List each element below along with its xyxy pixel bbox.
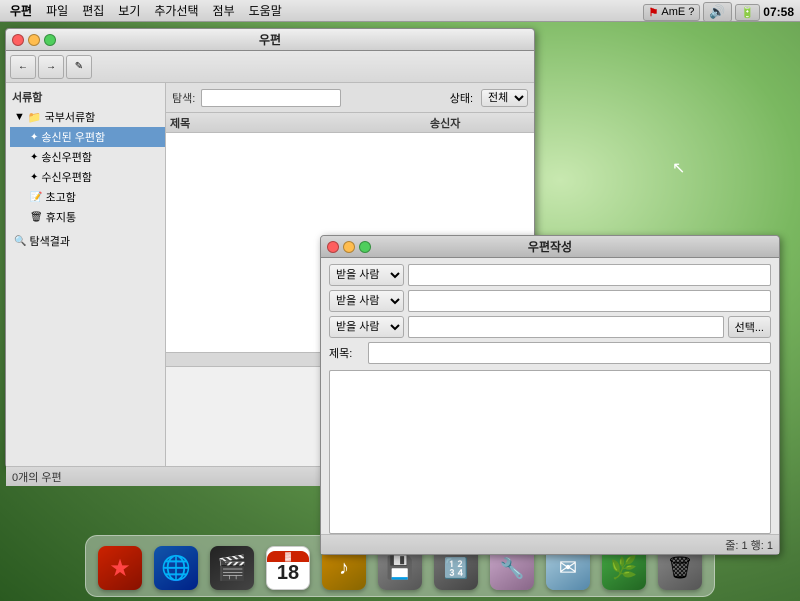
compose-controls: [327, 241, 371, 253]
volume-icon[interactable]: 🔊: [709, 4, 725, 20]
sidebar-item-root[interactable]: ▼ 📁 국부서류함: [10, 107, 165, 127]
sidebar-item-trash[interactable]: 🗑 휴지통: [10, 207, 165, 227]
compose-window: 우편작성 받을 사람 받을 사람 받을 사람 선택... 제목:: [320, 235, 780, 555]
sidebar-item-outbox[interactable]: ✦ 송신우편함: [10, 147, 165, 167]
search-icon-sm: 🔍: [14, 236, 26, 247]
sidebar-item-sent[interactable]: ✦ 송신된 우편함: [10, 127, 165, 147]
compose-close-button[interactable]: [327, 241, 339, 253]
calendar-app-icon: ▓ 18: [266, 546, 310, 590]
mail-sidebar: 서류함 ▼ 📁 국부서류함 ✦ 송신된 우편함 ✦ 송신우편함 ✦ 수신우편함: [6, 83, 166, 466]
menubar: 우편 파일 편집 보기 추가선택 점부 도움말 ⚑ AmE ? 🔊 🔋 07:5…: [0, 0, 800, 22]
search-label: 탐색:: [172, 90, 195, 106]
sidebar-item-drafts[interactable]: 📝 초고함: [10, 187, 165, 207]
folder-icon: 📁: [28, 111, 42, 124]
status-select[interactable]: 전체: [481, 89, 528, 107]
mail-icon-2: ✦: [30, 152, 38, 163]
compose-status-text: 줄: 1 행: 1: [725, 537, 773, 553]
close-button[interactable]: [12, 34, 24, 46]
dock-item-globe[interactable]: 🌐: [150, 540, 202, 592]
menu-item-file[interactable]: 파일: [40, 0, 74, 21]
dock-item-film[interactable]: 🎬: [206, 540, 258, 592]
subject-row: 제목:: [329, 342, 771, 364]
star-app-icon: ★: [98, 546, 142, 590]
mail-icon-3: ✦: [30, 172, 38, 183]
battery-icon: 🔋: [741, 6, 755, 19]
window-controls: [12, 34, 56, 46]
sidebar-label-trash: 휴지통: [46, 209, 76, 225]
subject-label: 제목:: [329, 345, 364, 361]
clock: 07:58: [763, 5, 794, 19]
search-input[interactable]: [201, 89, 341, 107]
mail-icon: ✦: [30, 132, 38, 143]
search-bar: 탐색: 상태: 전체: [166, 83, 534, 113]
sidebar-item-inbox[interactable]: ✦ 수신우편함: [10, 167, 165, 187]
recipient1-type[interactable]: 받을 사람: [329, 264, 404, 286]
dock-item-calendar[interactable]: ▓ 18: [262, 540, 314, 592]
mail-window-title: 우편: [259, 31, 281, 48]
volume-box: 🔊: [703, 2, 731, 22]
sidebar-tree: ▼ 📁 국부서류함 ✦ 송신된 우편함 ✦ 송신우편함 ✦ 수신우편함 �: [6, 107, 165, 251]
compose-minimize-button[interactable]: [343, 241, 355, 253]
minimize-button[interactable]: [28, 34, 40, 46]
forward-button[interactable]: →: [38, 55, 64, 79]
recipient1-input[interactable]: [408, 264, 771, 286]
recipient3-input[interactable]: [408, 316, 724, 338]
mail-count: 0개의 우편: [12, 469, 62, 485]
dock-item-star[interactable]: ★: [94, 540, 146, 592]
compose-body[interactable]: [329, 370, 771, 534]
subject-input[interactable]: [368, 342, 771, 364]
back-button[interactable]: ←: [10, 55, 36, 79]
menu-item-mail[interactable]: 우편: [4, 0, 38, 21]
status-label: 상태:: [450, 90, 473, 106]
system-tray: ⚑ AmE ? 🔊 🔋 07:58: [643, 2, 794, 22]
sidebar-item-search[interactable]: 🔍 탐색결과: [10, 231, 165, 251]
recipient2-input[interactable]: [408, 290, 771, 312]
triangle-icon: ▼: [14, 111, 25, 123]
recipient3-type[interactable]: 받을 사람: [329, 316, 404, 338]
sidebar-header: 서류함: [6, 87, 165, 107]
battery-box: 🔋: [735, 4, 761, 21]
sidebar-label-search: 탐색결과: [29, 233, 69, 249]
mail-titlebar: 우편: [6, 29, 534, 51]
compose-maximize-button[interactable]: [359, 241, 371, 253]
ime-label[interactable]: AmE ?: [661, 6, 694, 18]
recipient3-row: 받을 사람 선택...: [329, 316, 771, 338]
compose-fields: 받을 사람 받을 사람 받을 사람 선택... 제목:: [321, 258, 779, 370]
sidebar-label-outbox: 송신우편함: [41, 149, 92, 165]
recipient2-type[interactable]: 받을 사람: [329, 290, 404, 312]
recipient1-row: 받을 사람: [329, 264, 771, 286]
draft-icon: 📝: [30, 192, 42, 203]
compose-status-bar: 줄: 1 행: 1: [321, 534, 779, 554]
trash-icon-sm: 🗑: [30, 212, 43, 223]
col-title: 제목: [170, 115, 430, 131]
compose-button[interactable]: ✎: [66, 55, 92, 79]
tray-box: ⚑ AmE ?: [643, 4, 701, 21]
menu-items: 우편 파일 편집 보기 추가선택 점부 도움말: [4, 0, 288, 21]
menu-item-extra[interactable]: 추가선택: [148, 0, 204, 21]
maximize-button[interactable]: [44, 34, 56, 46]
mail-list-header: 제목 송신자: [166, 113, 534, 133]
sidebar-label-drafts: 초고함: [45, 189, 75, 205]
col-sender: 송신자: [430, 115, 530, 131]
select-button[interactable]: 선택...: [728, 316, 771, 338]
mail-toolbar: ← → ✎: [6, 51, 534, 83]
sidebar-label-sent: 송신된 우편함: [41, 129, 105, 145]
menu-item-attach[interactable]: 점부: [207, 0, 241, 21]
film-app-icon: 🎬: [210, 546, 254, 590]
compose-titlebar: 우편작성: [321, 236, 779, 258]
recipient2-row: 받을 사람: [329, 290, 771, 312]
menu-item-edit[interactable]: 편집: [76, 0, 110, 21]
sidebar-label-root: 국부서류함: [45, 109, 96, 125]
sidebar-label-inbox: 수신우편함: [41, 169, 92, 185]
menu-item-help[interactable]: 도움말: [243, 0, 288, 21]
flag-icon: ⚑: [649, 6, 659, 19]
menu-item-view[interactable]: 보기: [112, 0, 146, 21]
globe-app-icon: 🌐: [154, 546, 198, 590]
compose-window-title: 우편작성: [528, 238, 572, 255]
